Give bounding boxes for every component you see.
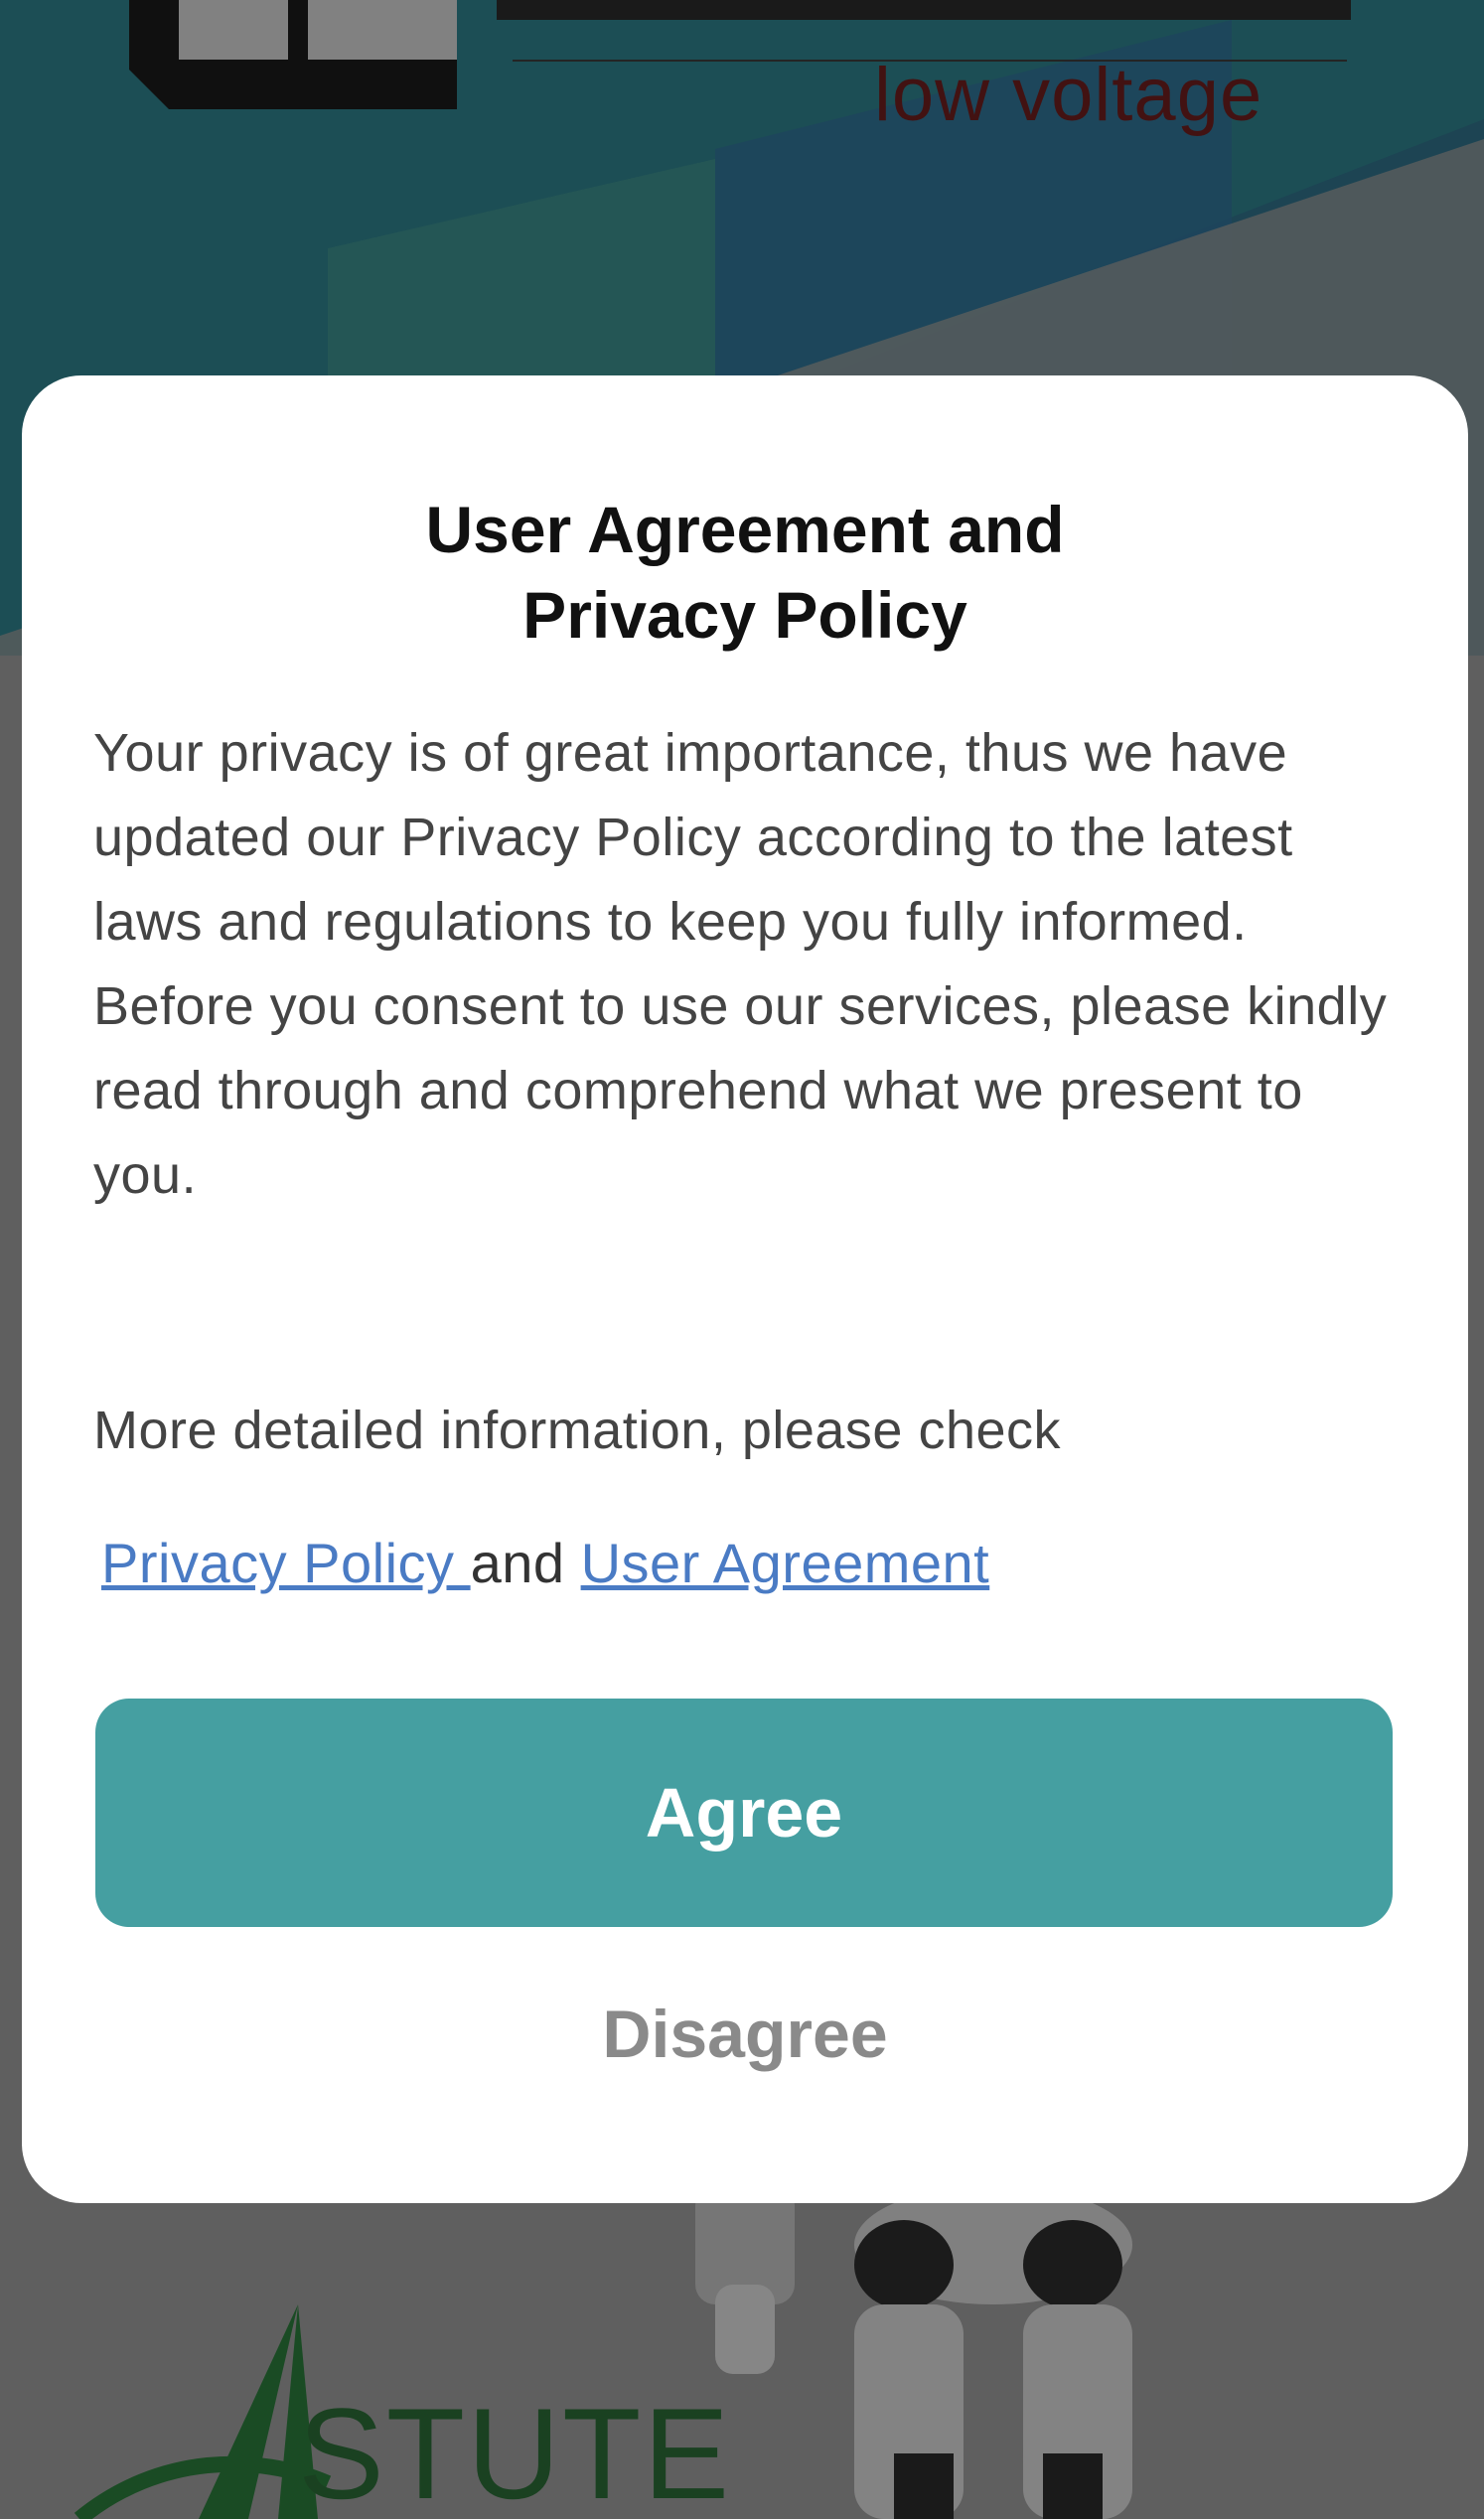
privacy-dialog: User Agreement and Privacy Policy Your p… (22, 375, 1468, 2203)
consent-paragraph: Before you consent to use our services, … (93, 976, 1388, 1205)
and-text: and (470, 1532, 581, 1594)
policy-links: Privacy Policy and User Agreement (101, 1521, 1422, 1605)
privacy-policy-link[interactable]: Privacy Policy (101, 1532, 471, 1594)
dialog-title-line1: User Agreement and (425, 493, 1065, 566)
more-info-text: More detailed information, please check (93, 1401, 1062, 1460)
dialog-title: User Agreement and Privacy Policy (22, 487, 1468, 658)
privacy-paragraph: Your privacy is of great importance, thu… (93, 723, 1293, 952)
disagree-button[interactable]: Disagree (447, 1975, 1043, 2094)
agree-button[interactable]: Agree (95, 1699, 1393, 1927)
dialog-title-line2: Privacy Policy (522, 578, 967, 652)
dialog-body: Your privacy is of great importance, thu… (93, 711, 1414, 1218)
user-agreement-link[interactable]: User Agreement (581, 1532, 990, 1594)
